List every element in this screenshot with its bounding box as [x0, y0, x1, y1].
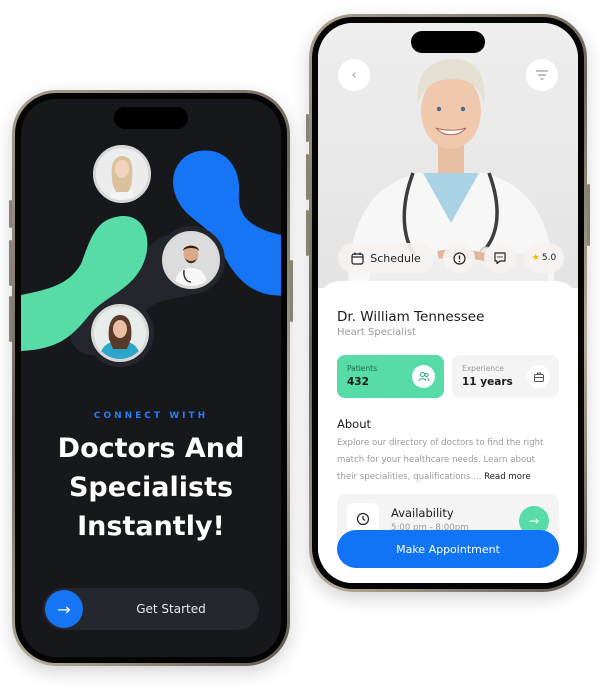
rating-chip: ★ 5.0: [524, 243, 564, 273]
rating-value: 5.0: [541, 253, 557, 263]
stat-label: Patients: [347, 364, 378, 373]
person-illustration: [96, 148, 148, 200]
chat-icon: [494, 252, 506, 265]
side-button: [306, 114, 309, 142]
filter-icon: [536, 70, 548, 80]
avatar-female-nurse: [91, 304, 149, 362]
decorative-blobs: [21, 150, 281, 355]
make-appointment-button[interactable]: Make Appointment: [337, 530, 559, 568]
side-button: [587, 184, 590, 246]
chevron-left-icon: ‹: [351, 67, 357, 83]
about-description: Explore our directory of doctors to find…: [337, 435, 547, 486]
doctor-name: Dr. William Tennessee: [337, 309, 485, 325]
info-button[interactable]: [443, 243, 475, 273]
get-started-label: Get Started: [136, 602, 206, 616]
doctor-photo: ‹ Schedule ★ 5.0: [318, 23, 578, 288]
experience-stat: Experience 11 years: [452, 355, 559, 398]
headline: Doctors And Specialists Instantly!: [21, 429, 281, 546]
read-more-link[interactable]: Read more: [484, 472, 531, 482]
headline-line: Instantly!: [77, 511, 225, 542]
stat-label: Experience: [462, 364, 504, 373]
about-heading: About: [337, 417, 372, 431]
dynamic-island: [411, 31, 485, 53]
side-button: [306, 154, 309, 200]
side-button: [9, 240, 12, 286]
onboarding-phone: CONNECT WITH Doctors And Specialists Ins…: [9, 90, 293, 666]
avatar-woman-blonde: [93, 145, 151, 203]
eyebrow-label: CONNECT WITH: [93, 411, 209, 421]
availability-title: Availability: [391, 506, 454, 520]
doctor-profile-screen: ‹ Schedule ★ 5.0 Dr. William Tennessee H…: [318, 23, 578, 583]
side-button: [9, 296, 12, 342]
side-button: [306, 210, 309, 256]
briefcase-icon: [527, 365, 550, 388]
headline-line: Doctors And: [57, 433, 245, 464]
info-icon: [452, 251, 466, 265]
message-button[interactable]: [484, 243, 516, 273]
schedule-label: Schedule: [370, 251, 421, 265]
side-button: [9, 200, 12, 228]
avatar-male-doctor: [162, 231, 220, 289]
arrow-right-icon[interactable]: →: [45, 590, 83, 628]
stat-value: 11 years: [462, 376, 513, 388]
patients-stat: Patients 432: [337, 355, 444, 398]
headline-line: Specialists: [68, 472, 234, 503]
side-button: [290, 260, 293, 322]
calendar-icon: [351, 252, 364, 265]
stat-value: 432: [347, 376, 369, 388]
doctor-details-card: Dr. William Tennessee Heart Specialist P…: [318, 281, 578, 583]
doctor-specialty: Heart Specialist: [337, 327, 416, 338]
schedule-chip[interactable]: Schedule: [338, 243, 434, 273]
get-started-button[interactable]: → Get Started: [43, 588, 259, 630]
person-illustration: [165, 234, 217, 286]
onboarding-screen: CONNECT WITH Doctors And Specialists Ins…: [21, 99, 281, 657]
person-illustration: [94, 307, 146, 359]
doctor-profile-phone: ‹ Schedule ★ 5.0 Dr. William Tennessee H…: [306, 14, 590, 592]
filter-button[interactable]: [526, 59, 558, 91]
users-icon: [412, 365, 435, 388]
dynamic-island: [114, 107, 188, 129]
star-icon: ★: [531, 253, 540, 263]
back-button[interactable]: ‹: [338, 59, 370, 91]
